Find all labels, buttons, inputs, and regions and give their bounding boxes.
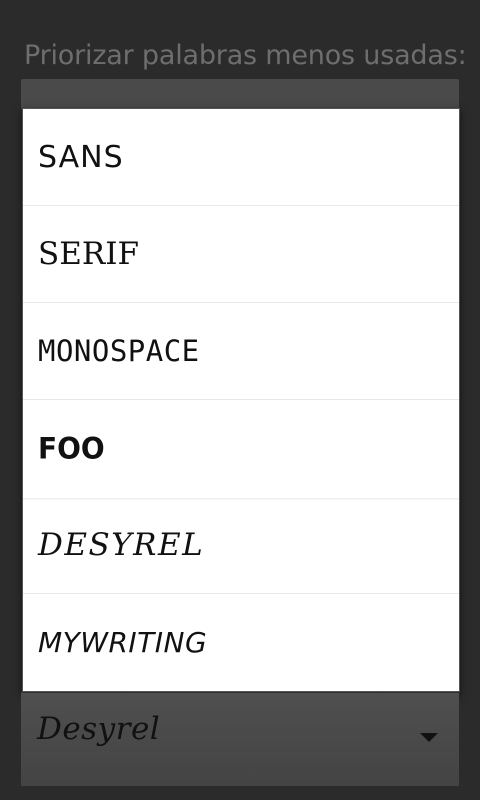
option-mywriting[interactable]: MYWRITING <box>23 594 459 691</box>
option-label: SERIF <box>38 236 139 272</box>
option-label: SANS <box>38 139 124 175</box>
option-label: DESYREL <box>38 527 205 563</box>
font-spinner[interactable]: Desyrel <box>21 692 459 786</box>
option-label: FOO <box>38 430 105 466</box>
font-dropdown-popup: SANS SERIF MONOSPACE FOO DESYREL MYWRITI… <box>22 108 460 692</box>
dropdown-arrow-icon[interactable] <box>420 733 438 742</box>
option-serif[interactable]: SERIF <box>23 206 459 303</box>
option-sans[interactable]: SANS <box>23 109 459 206</box>
setting-label: Priorizar palabras menos usadas: <box>24 40 467 71</box>
option-desyrel[interactable]: DESYREL <box>23 497 459 594</box>
spinner-selected-value: Desyrel <box>37 711 161 747</box>
font-spinner-top[interactable] <box>21 79 459 109</box>
option-foo[interactable]: FOO <box>23 398 459 500</box>
screen: Priorizar palabras menos usadas: SANS SE… <box>0 0 480 800</box>
option-monospace[interactable]: MONOSPACE <box>23 303 459 400</box>
option-label: MONOSPACE <box>38 334 200 368</box>
option-label: MYWRITING <box>38 626 208 659</box>
